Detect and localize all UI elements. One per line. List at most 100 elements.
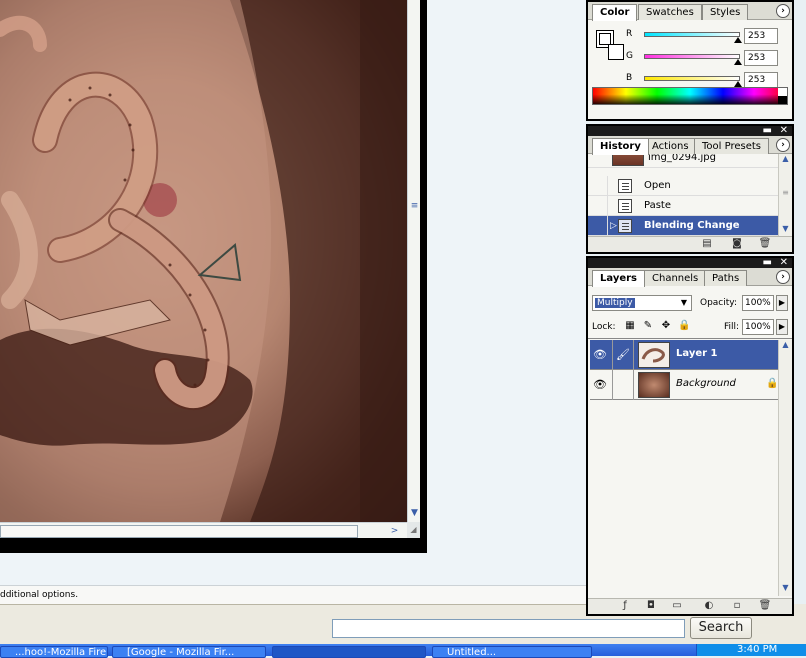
layer-link-cell[interactable] bbox=[612, 370, 634, 400]
palette-menu-icon[interactable]: › bbox=[776, 4, 790, 18]
scroll-handle-icon[interactable]: ≡ bbox=[779, 188, 792, 200]
layers-palette-titlebar[interactable]: ▬ ✕ bbox=[588, 257, 792, 268]
history-step[interactable]: Paste bbox=[588, 196, 780, 216]
lock-icon: 🔒 bbox=[766, 378, 779, 389]
lock-transparency-icon[interactable]: ▦ bbox=[624, 320, 636, 332]
eye-icon[interactable]: 👁 bbox=[592, 348, 608, 362]
slider-thumb-icon[interactable] bbox=[734, 37, 742, 43]
layer-name[interactable]: Background bbox=[676, 378, 736, 389]
layer-style-icon[interactable]: ƒ bbox=[618, 600, 632, 612]
tab-swatches[interactable]: Swatches bbox=[638, 4, 702, 20]
minimize-icon[interactable]: ▬ bbox=[763, 125, 772, 136]
octopus-artwork bbox=[0, 0, 407, 522]
red-slider-track[interactable] bbox=[644, 32, 740, 37]
layers-palette: ▬ ✕ Layers Channels Paths › Multiply ▼ O… bbox=[586, 256, 794, 616]
taskbar-item[interactable] bbox=[272, 646, 426, 658]
trash-icon[interactable]: 🗑 bbox=[758, 238, 772, 250]
history-step[interactable]: ▷ Blending Change bbox=[588, 216, 780, 236]
tab-layers[interactable]: Layers bbox=[592, 270, 645, 287]
horizontal-scroll-track[interactable] bbox=[0, 525, 358, 538]
tab-actions[interactable]: Actions bbox=[644, 138, 697, 154]
new-layer-icon[interactable]: ▫ bbox=[730, 600, 744, 612]
trash-icon[interactable]: 🗑 bbox=[758, 600, 772, 612]
tab-history[interactable]: History bbox=[592, 138, 649, 155]
taskbar-item[interactable]: ...hoo!-Mozilla Fire... bbox=[0, 646, 108, 658]
tab-styles[interactable]: Styles bbox=[702, 4, 749, 20]
color-spectrum-ramp[interactable] bbox=[592, 87, 788, 105]
fill-slider-arrow-icon[interactable]: ▶ bbox=[776, 319, 788, 335]
lock-image-brush-icon[interactable]: ✎ bbox=[642, 320, 654, 332]
white-swatch[interactable] bbox=[778, 88, 787, 96]
fill-field[interactable]: 100% bbox=[742, 319, 774, 335]
color-slider-g[interactable]: G 253 bbox=[626, 50, 794, 70]
minimize-icon[interactable]: ▬ bbox=[763, 257, 772, 268]
lock-options: ▦ ✎ ✥ 🔒 bbox=[624, 320, 694, 332]
palette-menu-icon[interactable]: › bbox=[776, 270, 790, 284]
slider-thumb-icon[interactable] bbox=[734, 59, 742, 65]
taskbar-item[interactable]: Untitled... bbox=[432, 646, 592, 658]
black-swatch[interactable] bbox=[778, 96, 787, 104]
tab-tool-presets[interactable]: Tool Presets bbox=[694, 138, 769, 154]
scroll-down-icon[interactable]: ▼ bbox=[779, 583, 792, 595]
status-bar: dditional options. bbox=[0, 585, 586, 604]
new-document-icon[interactable]: ▤ bbox=[700, 238, 714, 250]
blend-mode-select[interactable]: Multiply ▼ bbox=[592, 295, 692, 311]
document-vertical-scrollbar[interactable]: ≡ ▼ bbox=[407, 0, 420, 522]
brush-icon[interactable]: 🖌 bbox=[612, 340, 634, 370]
document-canvas[interactable] bbox=[0, 0, 407, 522]
palette-menu-icon[interactable]: › bbox=[776, 138, 790, 152]
history-source-cell[interactable] bbox=[588, 196, 608, 216]
new-group-folder-icon[interactable]: ▭ bbox=[670, 600, 684, 612]
tab-channels[interactable]: Channels bbox=[644, 270, 707, 286]
layer-row[interactable]: 👁 Background 🔒 bbox=[590, 370, 780, 400]
search-button[interactable]: Search bbox=[690, 617, 752, 639]
adjustment-layer-icon[interactable]: ◐ bbox=[702, 600, 716, 612]
status-text: dditional options. bbox=[0, 590, 79, 600]
history-source-cell[interactable] bbox=[588, 216, 608, 236]
scroll-right-icon[interactable]: > bbox=[388, 525, 401, 538]
resize-grip-icon[interactable]: ◢ bbox=[407, 522, 420, 538]
close-icon[interactable]: ✕ bbox=[780, 125, 788, 136]
layer-row[interactable]: 👁 🖌 Layer 1 bbox=[590, 340, 780, 370]
opacity-field[interactable]: 100% bbox=[742, 295, 774, 311]
tab-paths[interactable]: Paths bbox=[704, 270, 748, 286]
scroll-up-icon[interactable]: ▲ bbox=[779, 340, 792, 352]
snapshot-label: img_0294.jpg bbox=[648, 154, 716, 163]
green-value-field[interactable]: 253 bbox=[744, 50, 778, 66]
history-snapshot[interactable]: img_0294.jpg bbox=[588, 154, 780, 168]
scroll-handle-icon[interactable]: ≡ bbox=[408, 200, 421, 213]
document-horizontal-scrollbar[interactable]: > bbox=[0, 522, 407, 538]
blue-value-field[interactable]: 253 bbox=[744, 72, 778, 88]
history-palette-titlebar[interactable]: ▬ ✕ bbox=[588, 125, 792, 136]
tab-color[interactable]: Color bbox=[592, 4, 638, 21]
background-color-swatch[interactable] bbox=[608, 44, 624, 60]
blue-slider-track[interactable] bbox=[644, 76, 740, 81]
history-step-label: Paste bbox=[644, 200, 671, 211]
eye-icon[interactable]: 👁 bbox=[592, 378, 608, 392]
search-input[interactable] bbox=[332, 619, 685, 638]
history-source-cell[interactable] bbox=[588, 176, 608, 196]
workspace: ≡ ▼ > ◢ dditional options. bbox=[0, 0, 586, 604]
green-slider-track[interactable] bbox=[644, 54, 740, 59]
taskbar-item[interactable]: [Google - Mozilla Fir... bbox=[112, 646, 266, 658]
lock-position-move-icon[interactable]: ✥ bbox=[660, 320, 672, 332]
system-tray: 3:40 PM bbox=[696, 644, 806, 656]
lock-all-icon[interactable]: 🔒 bbox=[678, 320, 690, 332]
scroll-down-icon[interactable]: ▼ bbox=[408, 507, 421, 520]
taskbar: ...hoo!-Mozilla Fire... [Google - Mozill… bbox=[0, 644, 806, 658]
history-step[interactable]: Open bbox=[588, 176, 780, 196]
opacity-label: Opacity: bbox=[700, 298, 737, 308]
layers-scrollbar[interactable]: ▲ ▼ bbox=[778, 340, 792, 596]
history-scrollbar[interactable]: ▲ ≡ ▼ bbox=[778, 154, 792, 236]
color-slider-r[interactable]: R 253 bbox=[626, 28, 794, 48]
scroll-down-icon[interactable]: ▼ bbox=[779, 224, 792, 236]
chevron-down-icon[interactable]: ▼ bbox=[678, 297, 690, 309]
close-icon[interactable]: ✕ bbox=[780, 257, 788, 268]
scroll-up-icon[interactable]: ▲ bbox=[779, 154, 792, 166]
red-value-field[interactable]: 253 bbox=[744, 28, 778, 44]
history-palette: ▬ ✕ History Actions Tool Presets › img_0… bbox=[586, 124, 794, 254]
camera-icon[interactable]: ◙ bbox=[730, 238, 744, 250]
layer-name[interactable]: Layer 1 bbox=[676, 348, 717, 359]
layer-mask-icon[interactable]: ◘ bbox=[644, 600, 658, 612]
opacity-slider-arrow-icon[interactable]: ▶ bbox=[776, 295, 788, 311]
